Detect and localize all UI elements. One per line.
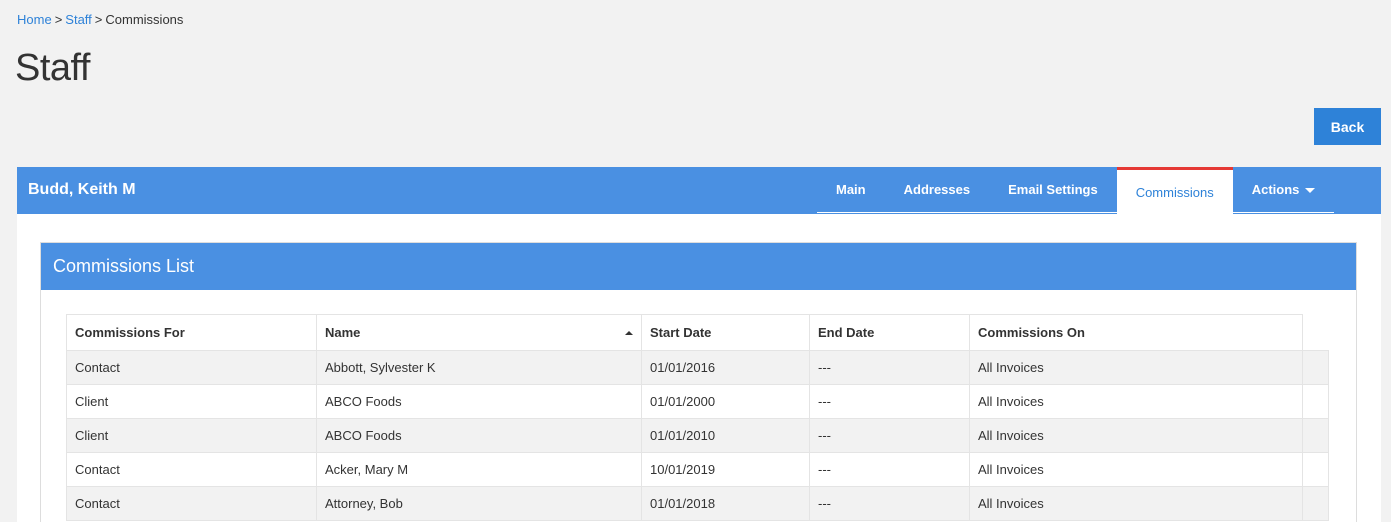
cell-commissions-on: All Invoices [969,486,1303,521]
cell-end-date: --- [809,384,970,419]
breadcrumb-home-link[interactable]: Home [17,12,52,27]
cell-spacer [1302,486,1329,521]
cell-end-date: --- [809,452,970,487]
cell-commissions-on: All Invoices [969,418,1303,453]
cell-spacer [1302,350,1329,385]
commissions-table-wrap: Commissions For Name Start Date End Date… [66,314,1334,521]
cell-commissions-for: Contact [66,486,317,521]
staff-record-panel: Budd, Keith M Main Addresses Email Setti… [17,167,1381,522]
cell-name: ABCO Foods [316,384,642,419]
table-row[interactable]: Contact Abbott, Sylvester K 01/01/2016 -… [66,350,1329,385]
cell-end-date: --- [809,486,970,521]
cell-spacer [1302,418,1329,453]
breadcrumb-separator: > [94,12,103,27]
cell-start-date: 01/01/2000 [641,384,810,419]
table-row[interactable]: Client ABCO Foods 01/01/2010 --- All Inv… [66,418,1329,453]
page-title: Staff [15,47,90,89]
breadcrumb: Home > Staff > Commissions [17,12,183,27]
cell-spacer [1302,452,1329,487]
cell-start-date: 10/01/2019 [641,452,810,487]
back-button[interactable]: Back [1314,108,1381,145]
record-header: Budd, Keith M Main Addresses Email Setti… [17,167,1381,214]
table-row[interactable]: Client ABCO Foods 01/01/2000 --- All Inv… [66,384,1329,419]
cell-name: ABCO Foods [316,418,642,453]
tab-main[interactable]: Main [817,167,885,213]
table-row[interactable]: Contact Attorney, Bob 01/01/2018 --- All… [66,486,1329,521]
breadcrumb-current: Commissions [105,12,184,27]
column-header-label: Start Date [650,325,712,340]
table-header-row: Commissions For Name Start Date End Date… [66,314,1329,351]
commissions-table: Commissions For Name Start Date End Date… [66,314,1329,521]
cell-start-date: 01/01/2018 [641,486,810,521]
breadcrumb-staff-link[interactable]: Staff [65,12,92,27]
cell-end-date: --- [809,350,970,385]
breadcrumb-separator: > [54,12,63,27]
cell-commissions-on: All Invoices [969,452,1303,487]
tab-commissions[interactable]: Commissions [1116,167,1233,214]
tab-email-settings[interactable]: Email Settings [989,167,1117,213]
column-header-commissions-on[interactable]: Commissions On [969,314,1303,351]
column-header-label: Commissions On [978,325,1085,340]
column-header-label: End Date [818,325,875,340]
cell-end-date: --- [809,418,970,453]
column-header-end-date[interactable]: End Date [809,314,970,351]
staff-name: Budd, Keith M [28,181,136,198]
column-header-label: Name [325,325,361,340]
table-row[interactable]: Contact Acker, Mary M 10/01/2019 --- All… [66,452,1329,487]
actions-label: Actions [1251,182,1300,197]
tab-addresses[interactable]: Addresses [884,167,990,213]
cell-start-date: 01/01/2016 [641,350,810,385]
cell-commissions-for: Contact [66,350,317,385]
cell-commissions-for: Client [66,384,317,419]
column-header-commissions-for[interactable]: Commissions For [66,314,317,351]
cell-spacer [1302,384,1329,419]
column-header-name[interactable]: Name [316,314,642,351]
sort-ascending-icon [625,331,633,335]
tab-actions[interactable]: Actions [1232,167,1335,213]
cell-commissions-on: All Invoices [969,384,1303,419]
cell-commissions-on: All Invoices [969,350,1303,385]
column-header-label: Commissions For [75,325,185,340]
cell-name: Abbott, Sylvester K [316,350,642,385]
column-header-start-date[interactable]: Start Date [641,314,810,351]
cell-commissions-for: Contact [66,452,317,487]
record-tabs: Main Addresses Email Settings Commission… [817,167,1335,214]
commissions-list-title: Commissions List [41,243,1356,290]
cell-start-date: 01/01/2010 [641,418,810,453]
cell-commissions-for: Client [66,418,317,453]
cell-name: Attorney, Bob [316,486,642,521]
column-header-spacer [1302,314,1329,351]
caret-down-icon [1305,188,1316,193]
commissions-list-panel: Commissions List Commissions For Name St… [40,242,1357,522]
cell-name: Acker, Mary M [316,452,642,487]
